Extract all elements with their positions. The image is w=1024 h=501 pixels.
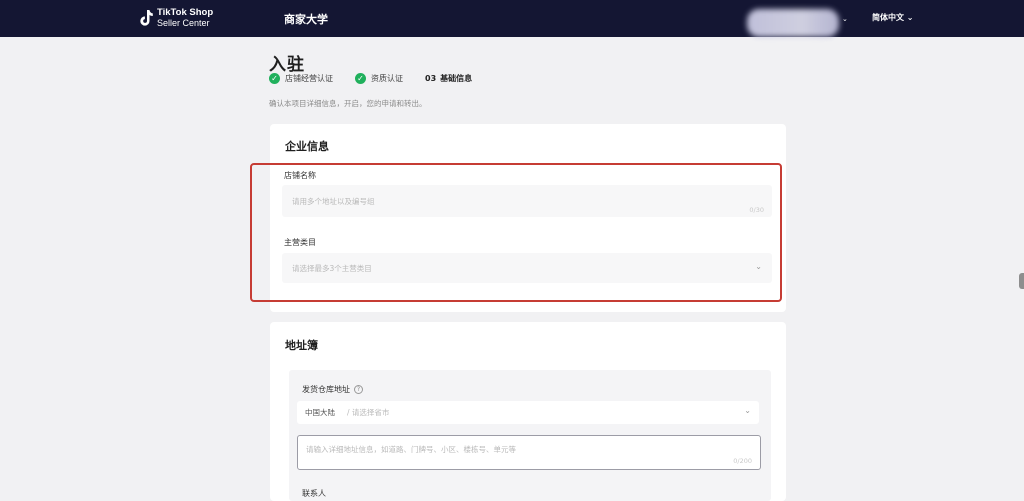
warehouse-address-label: 发货仓库地址? [302, 384, 363, 395]
contact-label: 联系人 [302, 489, 326, 498]
chevron-down-icon[interactable]: ⌄ [842, 15, 848, 23]
step-label: 基础信息 [440, 74, 473, 83]
step-shop-verification: ✓ 店铺经营认证 [269, 73, 333, 84]
scrollbar-handle[interactable] [1019, 273, 1024, 289]
check-circle-icon: ✓ [269, 73, 280, 84]
account-avatar-blurred[interactable] [747, 9, 839, 37]
logo-subtitle: Seller Center [157, 18, 210, 28]
progress-steps: ✓ 店铺经营认证 ✓ 资质认证 03 基础信息 [269, 73, 494, 84]
page-title: 入驻 [269, 55, 305, 75]
language-selector[interactable]: 简体中文 ⌄ [872, 12, 914, 23]
nav-seller-academy[interactable]: 商家大学 [284, 11, 328, 27]
logo-title: TikTok Shop [157, 7, 214, 18]
section-title: 企业信息 [285, 140, 329, 153]
region-select[interactable]: 中国大陆 / 请选择省市 ⌄ [297, 401, 759, 424]
step-number: 03 [425, 74, 437, 83]
warehouse-address-panel: 发货仓库地址? 中国大陆 / 请选择省市 ⌄ 请输入详细地址信息，如道路、门牌号… [289, 370, 771, 501]
region-value: 中国大陆 [305, 408, 335, 417]
step-label: 店铺经营认证 [285, 74, 333, 83]
section-title: 地址簿 [285, 339, 318, 352]
chevron-down-icon: ⌄ [744, 406, 751, 415]
character-counter: 0/200 [733, 457, 752, 465]
page-subtitle: 确认本项目详细信息，开启，您的申请和转出。 [269, 99, 427, 108]
region-placeholder: / 请选择省市 [347, 408, 390, 417]
detail-address-placeholder: 请输入详细地址信息，如道路、门牌号、小区、楼栋号、单元等 [306, 445, 516, 454]
help-question-icon[interactable]: ? [354, 385, 363, 394]
red-highlight-box [250, 163, 782, 302]
detail-address-textarea[interactable]: 请输入详细地址信息，如道路、门牌号、小区、楼栋号、单元等 0/200 [297, 435, 761, 470]
step-label: 资质认证 [371, 74, 403, 83]
tiktok-note-icon [140, 10, 153, 26]
tiktok-shop-logo[interactable]: TikTok Shop Seller Center [139, 8, 213, 28]
check-circle-icon: ✓ [355, 73, 366, 84]
step-basic-info: 03 基础信息 [425, 73, 472, 84]
top-nav-bar: TikTok Shop Seller Center 商家大学 ⌄ 简体中文 ⌄ [0, 0, 1024, 37]
address-book-card: 地址簿 发货仓库地址? 中国大陆 / 请选择省市 ⌄ 请输入详细地址信息，如道路… [270, 322, 786, 501]
step-qualification: ✓ 资质认证 [355, 73, 403, 84]
